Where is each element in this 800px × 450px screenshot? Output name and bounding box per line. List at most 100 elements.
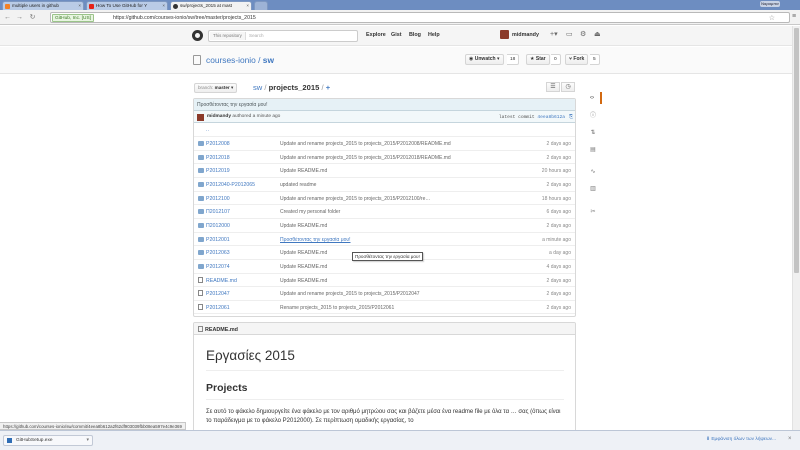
chrome-user-pill[interactable]: Ναραμπιν	[760, 1, 780, 7]
commit-author-avatar[interactable]	[197, 114, 204, 121]
file-name-link[interactable]: P2012100	[206, 196, 230, 202]
commit-author-link[interactable]: midmandy	[207, 114, 231, 119]
commit-message-link[interactable]: Created my personal folder	[280, 209, 470, 215]
search-input[interactable]: Search	[249, 33, 264, 38]
close-tab-icon[interactable]: ×	[246, 3, 249, 8]
browser-tab-1[interactable]: multiple users in github ×	[2, 1, 84, 10]
file-name-link[interactable]: P2012040-P2012065	[206, 182, 255, 188]
browser-tab-3-active[interactable]: sw/projects_2015 at mast ×	[170, 1, 252, 10]
table-row: Π2012107 Created my personal folder 6 days…	[194, 205, 575, 219]
repo-name-link[interactable]: sw	[263, 55, 274, 65]
star-button[interactable]: ★ Star	[526, 54, 550, 65]
wiki-icon[interactable]: ▤	[584, 144, 602, 156]
commit-message-link[interactable]: Update and rename projects_2015 to proje…	[280, 141, 470, 147]
fork-button[interactable]: ⑂ Fork	[565, 54, 589, 65]
commit-message-link[interactable]: Rename projects_2015 to projects_2015/P2…	[280, 305, 470, 311]
nav-help[interactable]: Help	[428, 32, 440, 38]
breadcrumb-separator: /	[264, 83, 267, 92]
file-name-link[interactable]: Π2012000	[206, 223, 230, 229]
commit-message-link[interactable]: Update README.md	[280, 264, 470, 270]
chrome-menu-icon[interactable]: ≡	[792, 13, 797, 20]
file-name-link[interactable]: P2012001	[206, 237, 230, 243]
address-bar[interactable]: GitHub, Inc. [US] https://github.com/cou…	[50, 12, 790, 23]
breadcrumb-separator: /	[321, 83, 324, 92]
table-row: P2012019 Update README.md 20 hours ago	[194, 164, 575, 178]
close-icon[interactable]: ×	[788, 436, 792, 442]
history-clock-icon[interactable]: ◷	[561, 82, 575, 92]
new-file-plus-button[interactable]: +	[326, 83, 330, 92]
pull-requests-icon[interactable]: ⇅	[584, 127, 602, 139]
download-item[interactable]: GitHubSetup.exe ▾	[3, 435, 93, 446]
code-icon[interactable]: ‹›	[584, 92, 602, 104]
file-name-link[interactable]: README.md	[206, 278, 237, 284]
avatar[interactable]	[500, 30, 509, 39]
file-name-link[interactable]: Π2012107	[206, 209, 230, 215]
unwatch-button[interactable]: ◉ Unwatch ▾	[465, 54, 504, 65]
file-name-link[interactable]: P2012074	[206, 264, 230, 270]
commit-message-link[interactable]: Update and rename projects_2015 to proje…	[280, 196, 470, 202]
repo-owner-link[interactable]: courses-ionio	[206, 55, 256, 65]
nav-explore[interactable]: Explore	[366, 32, 386, 38]
file-name-link[interactable]: P2012061	[206, 305, 230, 311]
commit-message-link[interactable]: Update and rename projects_2015 to proje…	[280, 291, 470, 297]
inbox-icon[interactable]: ▭	[566, 30, 573, 38]
reload-icon[interactable]: ↻	[28, 13, 37, 22]
commit-message-link[interactable]: Update and rename projects_2015 to proje…	[280, 155, 470, 161]
commit-message-bar[interactable]: Προσθέτοντας την εργασία μου!	[194, 99, 575, 111]
show-all-label: Εμφάνιση όλων των λήψεων...	[711, 437, 777, 442]
folder-icon	[198, 181, 204, 187]
page-scrollbar[interactable]	[792, 26, 800, 430]
latest-commit-label: latest commit	[498, 115, 535, 120]
url-text[interactable]: https://github.com/courses-ionio/sw/tree…	[113, 15, 256, 21]
clipboard-icon[interactable]: ⎘	[569, 114, 573, 120]
star-count[interactable]: 0	[551, 54, 561, 65]
fork-count[interactable]: 5	[590, 54, 600, 65]
username-link[interactable]: midmandy	[512, 32, 539, 38]
status-bar-url: https://github.com/courses-ionio/sw/comm…	[0, 422, 186, 430]
github-logo-icon[interactable]	[192, 30, 203, 41]
list-view-icon[interactable]: ☰	[546, 82, 560, 92]
file-name-link[interactable]: P2012019	[206, 168, 230, 174]
create-new-icon[interactable]: +▾	[550, 30, 558, 38]
file-name-link[interactable]: P2012047	[206, 291, 230, 297]
branch-select-button[interactable]: branch: master ▾	[194, 83, 238, 93]
nav-blog[interactable]: Blog	[409, 32, 421, 38]
parent-directory-link[interactable]: ..	[194, 123, 575, 137]
table-row: P2012100 Update and rename projects_2015 …	[194, 192, 575, 206]
forward-icon[interactable]: →	[15, 13, 24, 22]
browser-tab-2[interactable]: How To Use GitHub for Y ×	[86, 1, 168, 10]
browser-tab-bar: multiple users in github × How To Use Gi…	[0, 0, 800, 10]
breadcrumb-root-link[interactable]: sw	[253, 83, 262, 92]
watch-count[interactable]: 18	[507, 54, 520, 65]
commit-message-link[interactable]: Προσθέτοντας την εργασία μου!	[280, 237, 470, 243]
commit-age: 18 hours ago	[541, 195, 571, 202]
folder-icon	[198, 168, 204, 174]
scrollbar-thumb[interactable]	[794, 28, 799, 273]
folder-icon	[198, 222, 204, 228]
graphs-icon[interactable]: ▥	[584, 183, 602, 195]
pulse-icon[interactable]: ∿	[584, 166, 602, 178]
ssl-badge[interactable]: GitHub, Inc. [US]	[52, 14, 94, 22]
chevron-down-icon[interactable]: ▾	[86, 436, 89, 445]
commit-authored-time: authored a minute ago	[232, 114, 281, 119]
close-tab-icon[interactable]: ×	[162, 3, 165, 8]
show-all-downloads-link[interactable]: ⬇ Εμφάνιση όλων των λήψεων...	[706, 437, 776, 442]
file-name-link[interactable]: P2012063	[206, 250, 230, 256]
new-tab-button[interactable]	[254, 1, 268, 10]
settings-gear-icon[interactable]: ⚙	[580, 30, 586, 38]
commit-message-link[interactable]: Update README.md	[280, 278, 470, 284]
commit-sha-link[interactable]: 4eea8b612a	[537, 115, 565, 120]
bookmark-star-icon[interactable]: ☆	[769, 14, 775, 22]
nav-gist[interactable]: Gist	[391, 32, 401, 38]
file-name-link[interactable]: P2012018	[206, 155, 230, 161]
settings-tools-icon[interactable]: ✂	[584, 206, 602, 218]
back-icon[interactable]: ←	[3, 13, 12, 22]
commit-message-link[interactable]: Update README.md	[280, 223, 470, 229]
file-name-link[interactable]: P2012008	[206, 141, 230, 147]
close-tab-icon[interactable]: ×	[78, 3, 81, 8]
search-box[interactable]: This repository Search	[208, 30, 358, 42]
commit-message-link[interactable]: updated readme	[280, 182, 470, 188]
sign-out-icon[interactable]: ⏏	[594, 30, 601, 38]
issues-icon[interactable]: ⓘ	[584, 110, 602, 122]
commit-message-link[interactable]: Update README.md	[280, 168, 470, 174]
